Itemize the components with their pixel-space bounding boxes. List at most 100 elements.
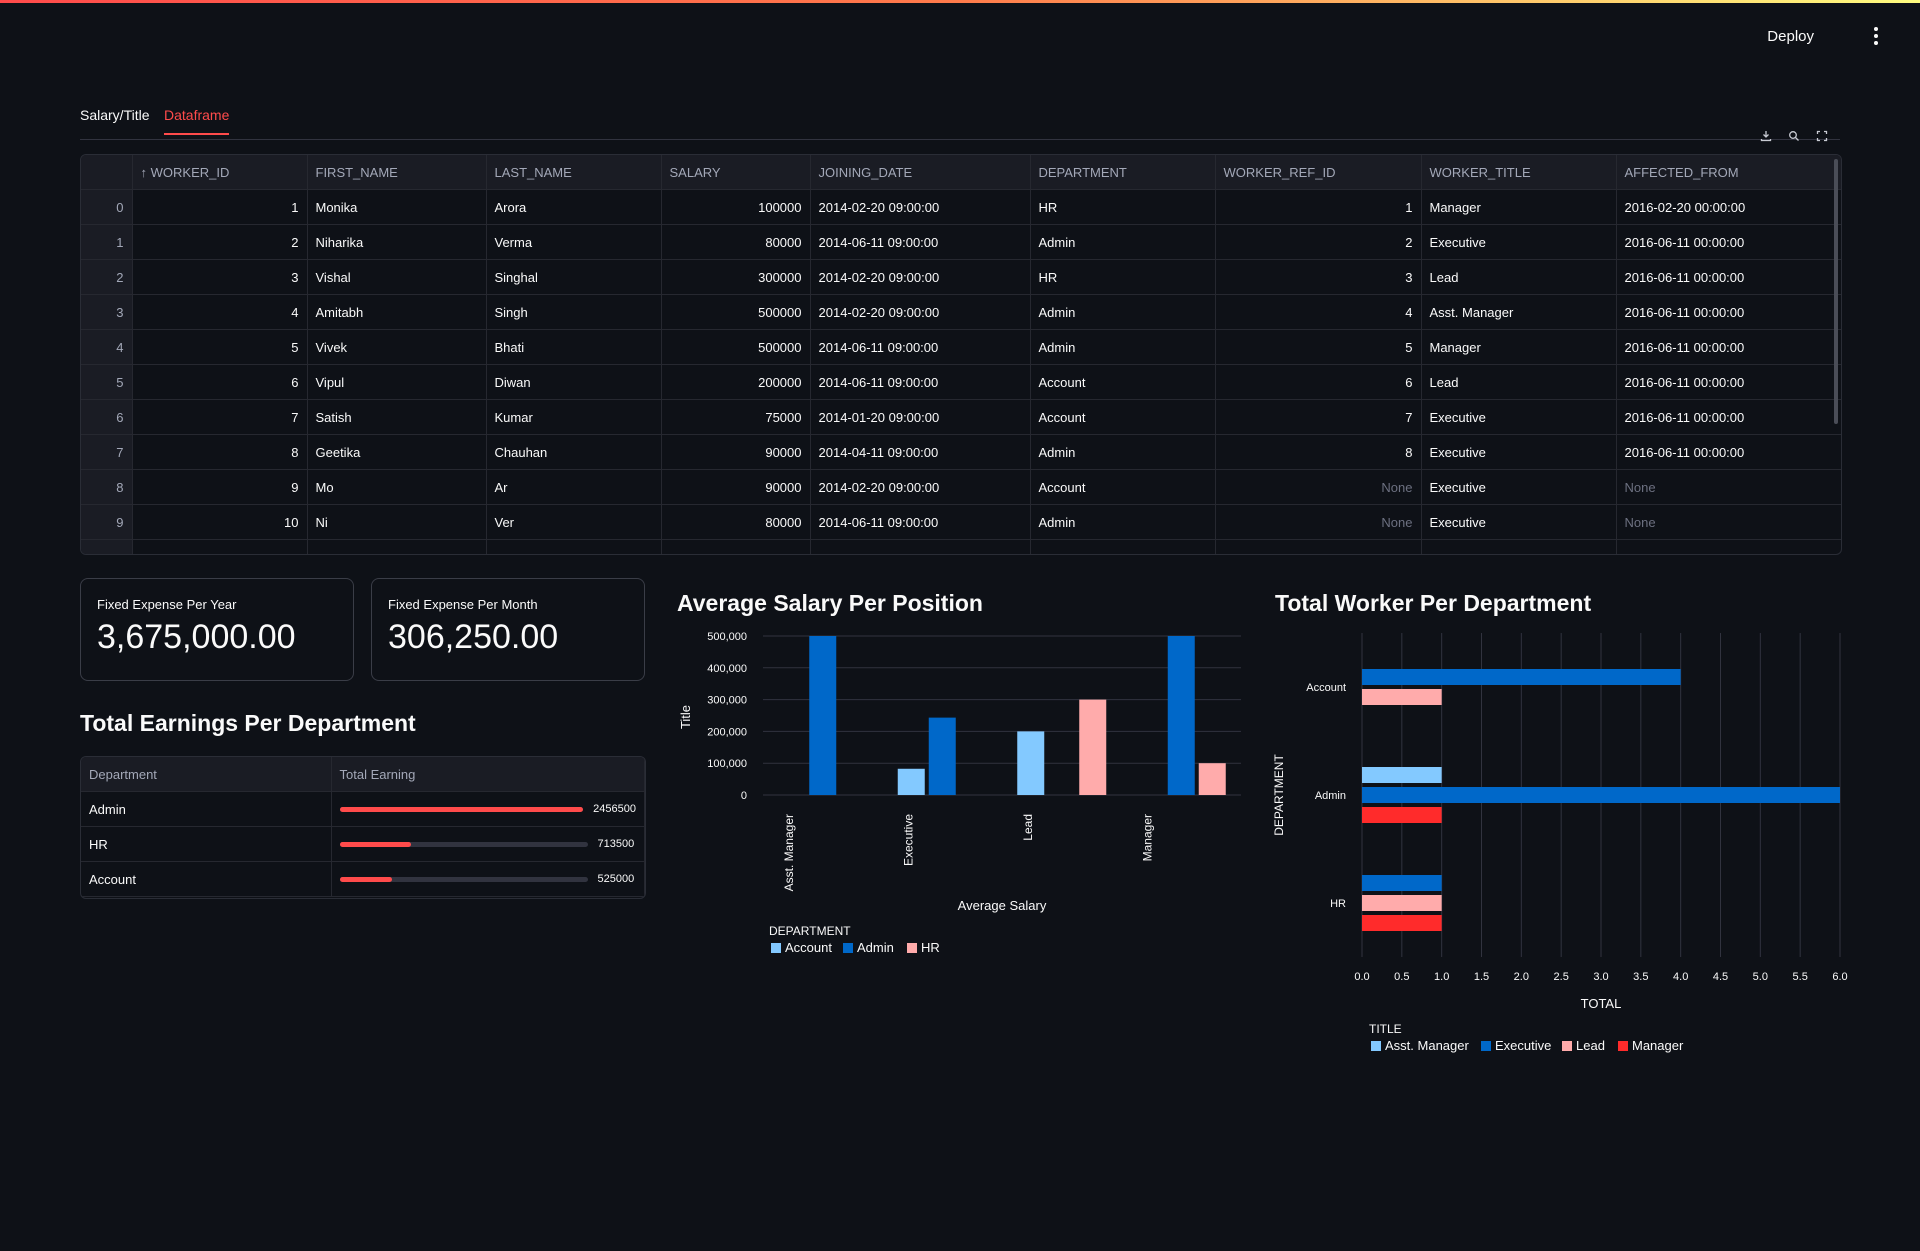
table-row[interactable]: HR 713500 [81, 826, 645, 862]
table-cell[interactable]: 7 [132, 399, 308, 435]
table-cell[interactable]: 5 [1215, 329, 1422, 365]
table-cell[interactable]: 2016-06-11 00:00:00 [1616, 434, 1841, 470]
table-cell[interactable]: Vishal [307, 259, 487, 295]
table-row[interactable]: 9 10 Ni Ver 80000 2014-06-11 09:00:00 Admin Non… [81, 504, 1841, 540]
table-row[interactable]: 5 6 Vipul Diwan 200000 2014-06-11 09:00:00 Acc… [81, 364, 1841, 400]
department-cell[interactable]: Account [81, 861, 332, 897]
table-cell[interactable]: 3 [1215, 259, 1422, 295]
table-row[interactable]: 7 8 Geetika Chauhan 90000 2014-04-11 09:00:00… [81, 434, 1841, 470]
table-cell[interactable]: None [1215, 504, 1422, 540]
table-cell[interactable]: Niharika [307, 224, 487, 260]
main-menu-icon[interactable] [1866, 24, 1886, 48]
table-cell[interactable]: 6 [1215, 364, 1422, 400]
table-cell[interactable]: 2 [1215, 224, 1422, 260]
table-cell[interactable]: 2016-06-11 00:00:00 [1616, 364, 1841, 400]
earnings-table[interactable]: Department Total Earning Admin 2456500 HR 7… [80, 756, 646, 899]
table-cell[interactable]: Account [1030, 469, 1216, 505]
table-cell[interactable]: 1 [1215, 189, 1422, 225]
table-row[interactable]: 6 7 Satish Kumar 75000 2014-01-20 09:00:00 Acc… [81, 399, 1841, 435]
table-cell[interactable]: Lead [1421, 259, 1617, 295]
table-cell[interactable]: Amitabh [307, 294, 487, 330]
table-cell[interactable]: 90000 [661, 434, 811, 470]
table-cell[interactable]: 2016-06-11 00:00:00 [1616, 399, 1841, 435]
table-cell[interactable]: 8 [132, 434, 308, 470]
fullscreen-icon[interactable] [1814, 128, 1830, 144]
table-cell[interactable]: None [1616, 504, 1841, 540]
table-cell[interactable]: 2016-06-11 00:00:00 [1616, 329, 1841, 365]
table-cell[interactable]: 80000 [661, 504, 811, 540]
table-cell[interactable]: Executive [1421, 504, 1617, 540]
table-cell[interactable]: 3 [132, 259, 308, 295]
row-index[interactable]: 2 [81, 259, 133, 295]
table-cell[interactable]: Arora [486, 189, 662, 225]
table-cell[interactable]: 5 [132, 329, 308, 365]
table-cell[interactable]: Admin [1030, 224, 1216, 260]
column-header-department[interactable]: DEPARTMENT [1030, 155, 1216, 190]
department-cell[interactable]: Admin [81, 791, 332, 827]
worker-chart[interactable]: 0.0 0.5 1.0 1.5 2.0 2.5 3.0 3.5 4.0 4.5 5.0 5.5 6.0 A… [1270, 622, 1850, 1064]
worker-dataframe[interactable]: ↑ WORKER_ID FIRST_NAME LAST_NAME SALARY … [80, 154, 1842, 555]
table-cell[interactable]: Satish [307, 399, 487, 435]
table-cell[interactable]: 200000 [661, 364, 811, 400]
table-cell[interactable]: 2014-01-20 09:00:00 [810, 399, 1031, 435]
table-cell[interactable]: 2016-02-20 00:00:00 [1616, 189, 1841, 225]
table-cell[interactable]: 500000 [661, 329, 811, 365]
table-cell[interactable]: Executive [1421, 224, 1617, 260]
table-row[interactable]: 3 4 Amitabh Singh 500000 2014-02-20 09:00:00 A… [81, 294, 1841, 330]
table-cell[interactable]: Executive [1421, 434, 1617, 470]
table-cell[interactable]: 2014-06-11 09:00:00 [810, 329, 1031, 365]
tab-dataframe[interactable]: Dataframe [164, 107, 230, 135]
table-cell[interactable]: Ver [486, 504, 662, 540]
table-cell[interactable]: 2014-06-11 09:00:00 [810, 504, 1031, 540]
table-cell[interactable]: 7 [1215, 399, 1422, 435]
table-cell[interactable]: 4 [1215, 294, 1422, 330]
tab-salary-title[interactable]: Salary/Title [80, 107, 150, 133]
column-header-affected-from[interactable]: AFFECTED_FROM [1616, 155, 1841, 190]
table-cell[interactable]: 2014-02-20 09:00:00 [810, 259, 1031, 295]
table-cell[interactable]: 2016-06-11 00:00:00 [1616, 294, 1841, 330]
table-cell[interactable]: Account [1030, 399, 1216, 435]
table-cell[interactable]: 80000 [661, 224, 811, 260]
column-header-total-earning[interactable]: Total Earning [331, 757, 645, 792]
earning-cell[interactable]: 525000 [331, 861, 645, 897]
column-header-first-name[interactable]: FIRST_NAME [307, 155, 487, 190]
table-cell[interactable]: 2 [132, 224, 308, 260]
row-index[interactable]: 7 [81, 434, 133, 470]
table-cell[interactable]: Executive [1421, 399, 1617, 435]
table-cell[interactable]: 6 [132, 364, 308, 400]
column-header-salary[interactable]: SALARY [661, 155, 811, 190]
table-row[interactable]: Account 525000 [81, 861, 645, 897]
table-cell[interactable]: Kumar [486, 399, 662, 435]
row-index[interactable]: 6 [81, 399, 133, 435]
row-index[interactable]: 5 [81, 364, 133, 400]
table-row[interactable]: 4 5 Vivek Bhati 500000 2014-06-11 09:00:00 Adm… [81, 329, 1841, 365]
table-cell[interactable]: Asst. Manager [1421, 294, 1617, 330]
row-index[interactable]: 9 [81, 504, 133, 540]
row-index[interactable]: 3 [81, 294, 133, 330]
column-header-joining-date[interactable]: JOINING_DATE [810, 155, 1031, 190]
table-cell[interactable]: Manager [1421, 189, 1617, 225]
table-cell[interactable]: Manager [1421, 329, 1617, 365]
table-cell[interactable]: 2016-06-11 00:00:00 [1616, 259, 1841, 295]
column-header-department[interactable]: Department [81, 757, 332, 792]
table-cell[interactable]: Monika [307, 189, 487, 225]
table-cell[interactable]: Lead [1421, 364, 1617, 400]
table-cell[interactable]: 2014-02-20 09:00:00 [810, 294, 1031, 330]
table-cell[interactable]: 10 [132, 504, 308, 540]
avg-salary-chart[interactable]: 0 100,000 200,000 300,000 400,000 500,000 Asst… [664, 622, 1250, 962]
table-cell[interactable]: Admin [1030, 294, 1216, 330]
download-icon[interactable] [1758, 128, 1774, 144]
table-cell[interactable]: Mo [307, 469, 487, 505]
column-header-worker-title[interactable]: WORKER_TITLE [1421, 155, 1617, 190]
table-cell[interactable]: 2014-06-11 09:00:00 [810, 364, 1031, 400]
table-cell[interactable]: Singhal [486, 259, 662, 295]
department-cell[interactable]: HR [81, 826, 332, 862]
column-header-worker-ref-id[interactable]: WORKER_REF_ID [1215, 155, 1422, 190]
dataframe-scrollbar[interactable] [1834, 159, 1838, 424]
table-row[interactable]: 2 3 Vishal Singhal 300000 2014-02-20 09:00:00… [81, 259, 1841, 295]
table-cell[interactable]: Singh [486, 294, 662, 330]
table-cell[interactable]: Executive [1421, 469, 1617, 505]
table-cell[interactable]: 2016-06-11 00:00:00 [1616, 224, 1841, 260]
deploy-button[interactable]: Deploy [1761, 24, 1820, 49]
search-icon[interactable] [1786, 128, 1802, 144]
